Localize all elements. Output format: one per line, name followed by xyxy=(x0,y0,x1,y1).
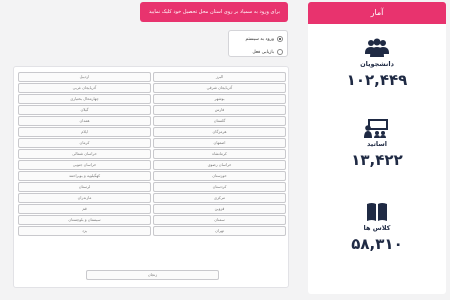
province-button[interactable]: لرستان xyxy=(18,182,151,192)
book-icon xyxy=(367,203,387,221)
mode-option-login-label: ورود به سیستم xyxy=(245,36,274,42)
stats-panel: آمار دانشجویان ۱۰۲,۴۴۹ اساتید ۱۳,۴۲۲ کلا… xyxy=(308,2,446,298)
stats-header: آمار xyxy=(308,2,446,24)
province-button[interactable]: قزوین xyxy=(153,204,286,214)
province-button[interactable]: خوزستان xyxy=(153,171,286,181)
province-button[interactable]: اردبیل xyxy=(18,72,151,82)
province-button[interactable]: کرمان xyxy=(18,138,151,148)
province-button[interactable]: سیستان و بلوچستان xyxy=(18,215,151,225)
province-button[interactable]: ایلام xyxy=(18,127,151,137)
stat-classes: کلاس ها ۵۸,۳۱۰ xyxy=(308,202,446,253)
instruction-alert: برای ورود به سمیاد بر روی استان محل تحصی… xyxy=(140,2,288,22)
province-button[interactable]: همدان xyxy=(18,116,151,126)
province-button[interactable]: مازندران xyxy=(18,193,151,203)
province-button[interactable]: هرمزگان xyxy=(153,127,286,137)
students-icon xyxy=(365,38,389,57)
classes-value: ۵۸,۳۱۰ xyxy=(351,235,403,253)
classes-label: کلاس ها xyxy=(363,224,391,232)
radio-recovery[interactable] xyxy=(277,49,283,55)
province-button[interactable]: بوشهر xyxy=(153,94,286,104)
mode-selector: ورود به سیستم بازیابی فعل xyxy=(228,30,288,57)
province-button[interactable]: آذربایجان غربی xyxy=(18,83,151,93)
province-button[interactable]: خراسان رضوی xyxy=(153,160,286,170)
province-button[interactable]: قم xyxy=(18,204,151,214)
province-button[interactable]: البرز xyxy=(153,72,286,82)
province-grid: البرز اردبیل آذربایجان شرقی آذربایجان غر… xyxy=(16,72,286,236)
province-button[interactable]: کهگیلویه و بویراحمد xyxy=(18,171,151,181)
students-label: دانشجویان xyxy=(360,60,394,68)
students-value: ۱۰۲,۴۴۹ xyxy=(346,71,408,89)
province-button[interactable]: آذربایجان شرقی xyxy=(153,83,286,93)
teachers-label: اساتید xyxy=(367,140,387,148)
mode-option-login[interactable]: ورود به سیستم xyxy=(233,34,283,44)
province-button[interactable]: مرکزی xyxy=(153,193,286,203)
province-button[interactable]: سمنان xyxy=(153,215,286,225)
radio-login[interactable] xyxy=(277,36,283,42)
stat-students: دانشجویان ۱۰۲,۴۴۹ xyxy=(308,38,446,89)
mode-option-recovery-label: بازیابی فعل xyxy=(252,49,274,55)
province-button[interactable]: یزد xyxy=(18,226,151,236)
province-button[interactable]: چهارمحال بختیاری xyxy=(18,94,151,104)
stats-body: دانشجویان ۱۰۲,۴۴۹ اساتید ۱۳,۴۲۲ کلاس ها … xyxy=(308,24,446,294)
teachers-icon xyxy=(364,119,388,138)
province-panel: البرز اردبیل آذربایجان شرقی آذربایجان غر… xyxy=(13,66,289,288)
province-button[interactable]: گیلان xyxy=(18,105,151,115)
mode-option-recovery[interactable]: بازیابی فعل xyxy=(233,47,283,57)
province-button[interactable]: تهران xyxy=(153,226,286,236)
province-button[interactable]: فارس xyxy=(153,105,286,115)
province-button[interactable]: گلستان xyxy=(153,116,286,126)
province-button[interactable]: اصفهان xyxy=(153,138,286,148)
province-button[interactable]: کردستان xyxy=(153,182,286,192)
province-button[interactable]: خراسان جنوبی xyxy=(18,160,151,170)
province-button[interactable]: خراسان شمالی xyxy=(18,149,151,159)
stat-teachers: اساتید ۱۳,۴۲۲ xyxy=(308,118,446,169)
teachers-value: ۱۳,۴۲۲ xyxy=(351,151,403,169)
province-button[interactable]: زنجان xyxy=(86,270,219,280)
province-button[interactable]: کرمانشاه xyxy=(153,149,286,159)
